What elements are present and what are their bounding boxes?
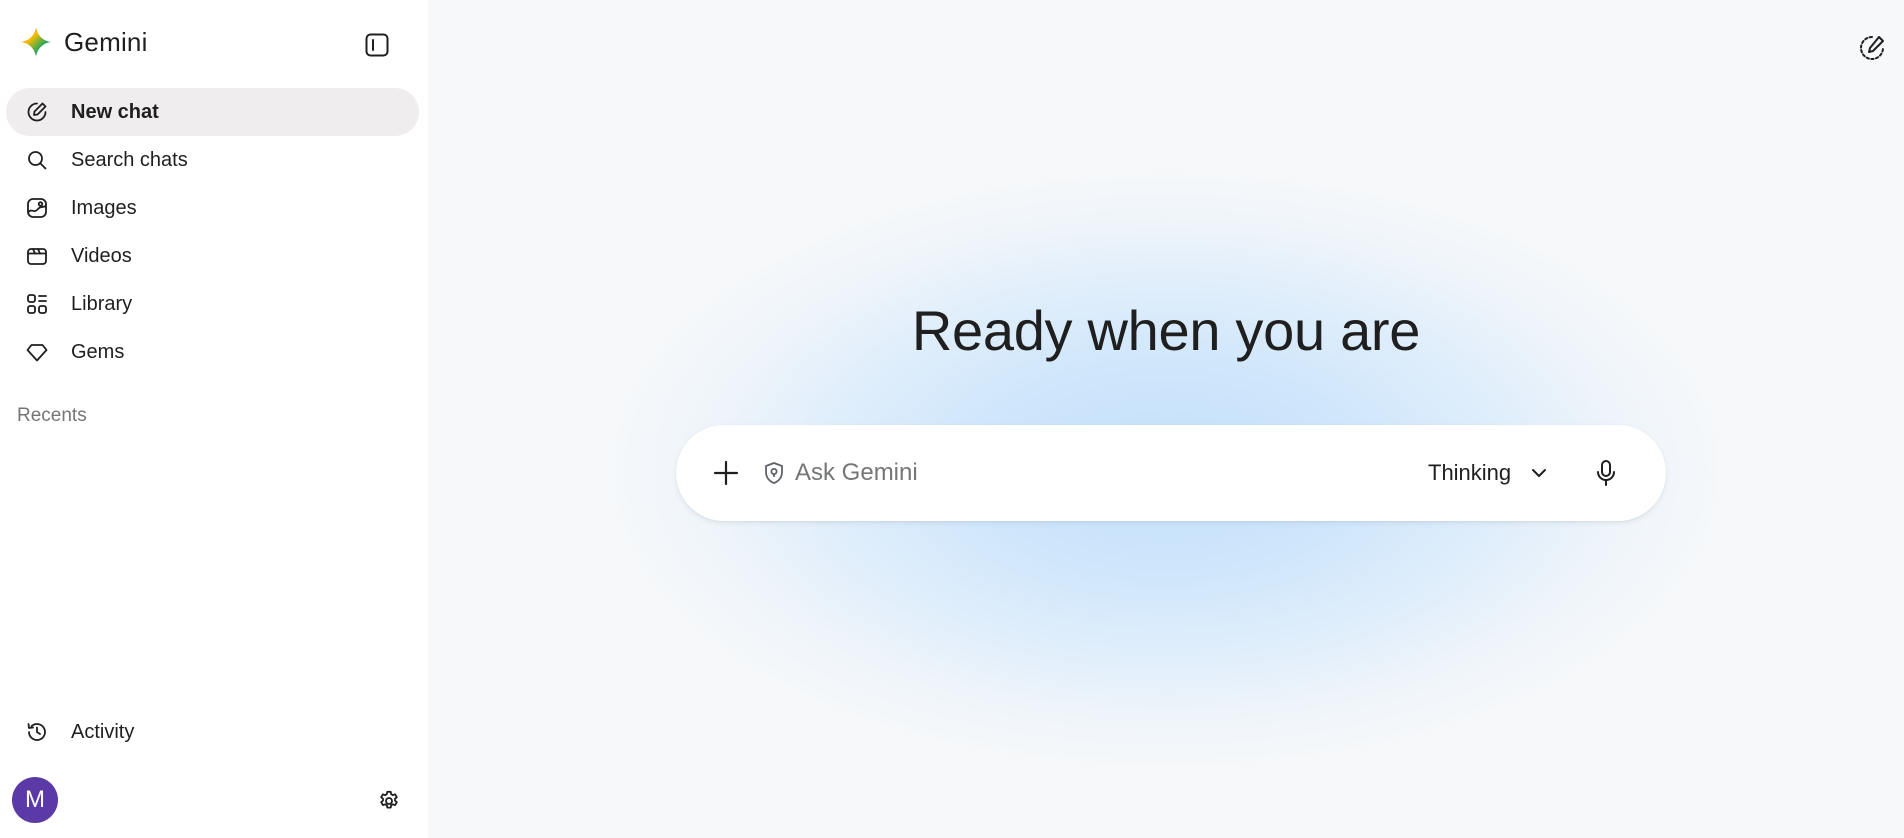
gems-button[interactable]: Gems xyxy=(6,328,419,376)
activity-label: Activity xyxy=(71,720,135,743)
prompt-input[interactable] xyxy=(795,451,1355,495)
sidebar-nav: New chat Search chats Images Videos Libr… xyxy=(6,88,419,376)
nav-item-label: Videos xyxy=(71,244,132,267)
gemini-star-icon xyxy=(21,27,51,57)
mode-label: Thinking xyxy=(1428,460,1512,485)
library-grid-icon xyxy=(22,289,52,319)
gear-icon xyxy=(380,790,398,809)
search-icon xyxy=(22,145,52,175)
chevron-down-icon xyxy=(1532,469,1547,477)
new-chat-button[interactable]: New chat xyxy=(6,88,419,136)
sidebar-toggle-button[interactable] xyxy=(356,24,398,66)
video-icon xyxy=(22,241,52,271)
recents-heading: Recents xyxy=(17,405,87,426)
nav-item-label: Gems xyxy=(71,340,125,363)
main-panel: Ready when you are Thinking xyxy=(428,0,1904,838)
plus-icon xyxy=(713,460,739,486)
brand[interactable]: Gemini xyxy=(20,22,148,62)
history-icon xyxy=(22,717,52,747)
edit-pencil-icon xyxy=(1860,36,1884,60)
mic-icon xyxy=(1597,460,1615,486)
nav-item-label: Images xyxy=(71,196,137,219)
sidebar: Gemini New chat Search chats Images Vide… xyxy=(0,0,428,838)
library-button[interactable]: Library xyxy=(6,280,419,328)
avatar[interactable]: M xyxy=(12,777,58,823)
shield-icon xyxy=(762,461,786,485)
nav-item-label: New chat xyxy=(71,100,159,123)
page-title: Ready when you are xyxy=(911,299,1421,362)
sidebar-toggle-icon xyxy=(365,33,389,57)
settings-button[interactable] xyxy=(370,782,408,820)
voice-input-button[interactable] xyxy=(1582,449,1630,497)
new-chat-top-button[interactable] xyxy=(1852,28,1892,68)
edit-pencil-icon xyxy=(22,97,52,127)
image-icon xyxy=(22,193,52,223)
brand-name: Gemini xyxy=(64,26,148,57)
videos-button[interactable]: Videos xyxy=(6,232,419,280)
nav-item-label: Library xyxy=(71,292,133,315)
images-button[interactable]: Images xyxy=(6,184,419,232)
nav-item-label: Search chats xyxy=(71,148,188,171)
mode-selector[interactable]: Thinking xyxy=(1416,451,1559,495)
search-chats-button[interactable]: Search chats xyxy=(6,136,419,184)
activity-button[interactable]: Activity xyxy=(6,708,419,756)
add-attachment-button[interactable] xyxy=(702,449,750,497)
gem-icon xyxy=(22,337,52,367)
prompt-box: Thinking xyxy=(676,425,1666,521)
